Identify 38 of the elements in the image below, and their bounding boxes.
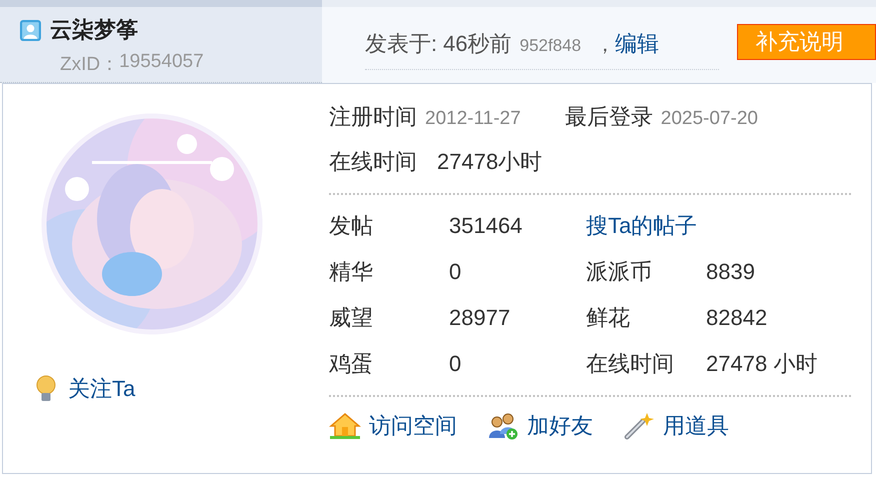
stat-value: 28977 (449, 305, 512, 331)
stat-label: 鲜花 (586, 304, 631, 332)
stat-value: 8839 (706, 259, 756, 285)
stat-label: 发帖 (329, 212, 374, 240)
post-hash: 952f848 (520, 36, 582, 56)
visit-space-link[interactable]: 访问空间 (329, 411, 457, 441)
stat-label: 在线时间 (586, 350, 675, 378)
lightbulb-icon (36, 375, 56, 403)
posted-time: 46秒前 (443, 30, 512, 58)
info-label: 注册时间 (329, 103, 417, 131)
online-label: 在线时间 (329, 148, 417, 176)
user-icon (20, 20, 41, 40)
use-item-link[interactable]: 用道具 (623, 411, 729, 441)
info-label: 最后登录 (564, 103, 653, 131)
house-icon (329, 412, 361, 440)
info-date: 2025-07-20 (660, 108, 758, 130)
info-date: 2012-11-27 (425, 108, 521, 130)
posted-label: 发表于: (365, 30, 438, 58)
stat-label: 派派币 (586, 258, 653, 286)
stat-value: 0 (449, 351, 462, 377)
edit-link[interactable]: 编辑 (615, 29, 660, 59)
stat-value: 27478 小时 (706, 350, 818, 378)
search-posts-link[interactable]: 搜Ta的帖子 (586, 211, 846, 241)
add-friends-icon (487, 412, 519, 440)
online-value: 27478小时 (437, 148, 542, 176)
stat-value: 82842 (706, 305, 768, 331)
stat-value: 0 (449, 259, 462, 285)
add-friend-link[interactable]: 加好友 (487, 411, 593, 441)
separator: ， (595, 34, 616, 58)
stat-label: 精华 (329, 258, 374, 286)
zxid-label: ZxID： (60, 53, 120, 77)
zxid-value: 19554057 (119, 51, 204, 74)
stat-label: 威望 (329, 304, 374, 332)
stat-value: 351464 (449, 213, 524, 239)
follow-link[interactable]: 关注Ta (68, 374, 136, 404)
magic-wand-icon (623, 412, 655, 440)
username[interactable]: 云柒梦筝 (50, 15, 138, 45)
stat-label: 鸡蛋 (329, 350, 374, 378)
